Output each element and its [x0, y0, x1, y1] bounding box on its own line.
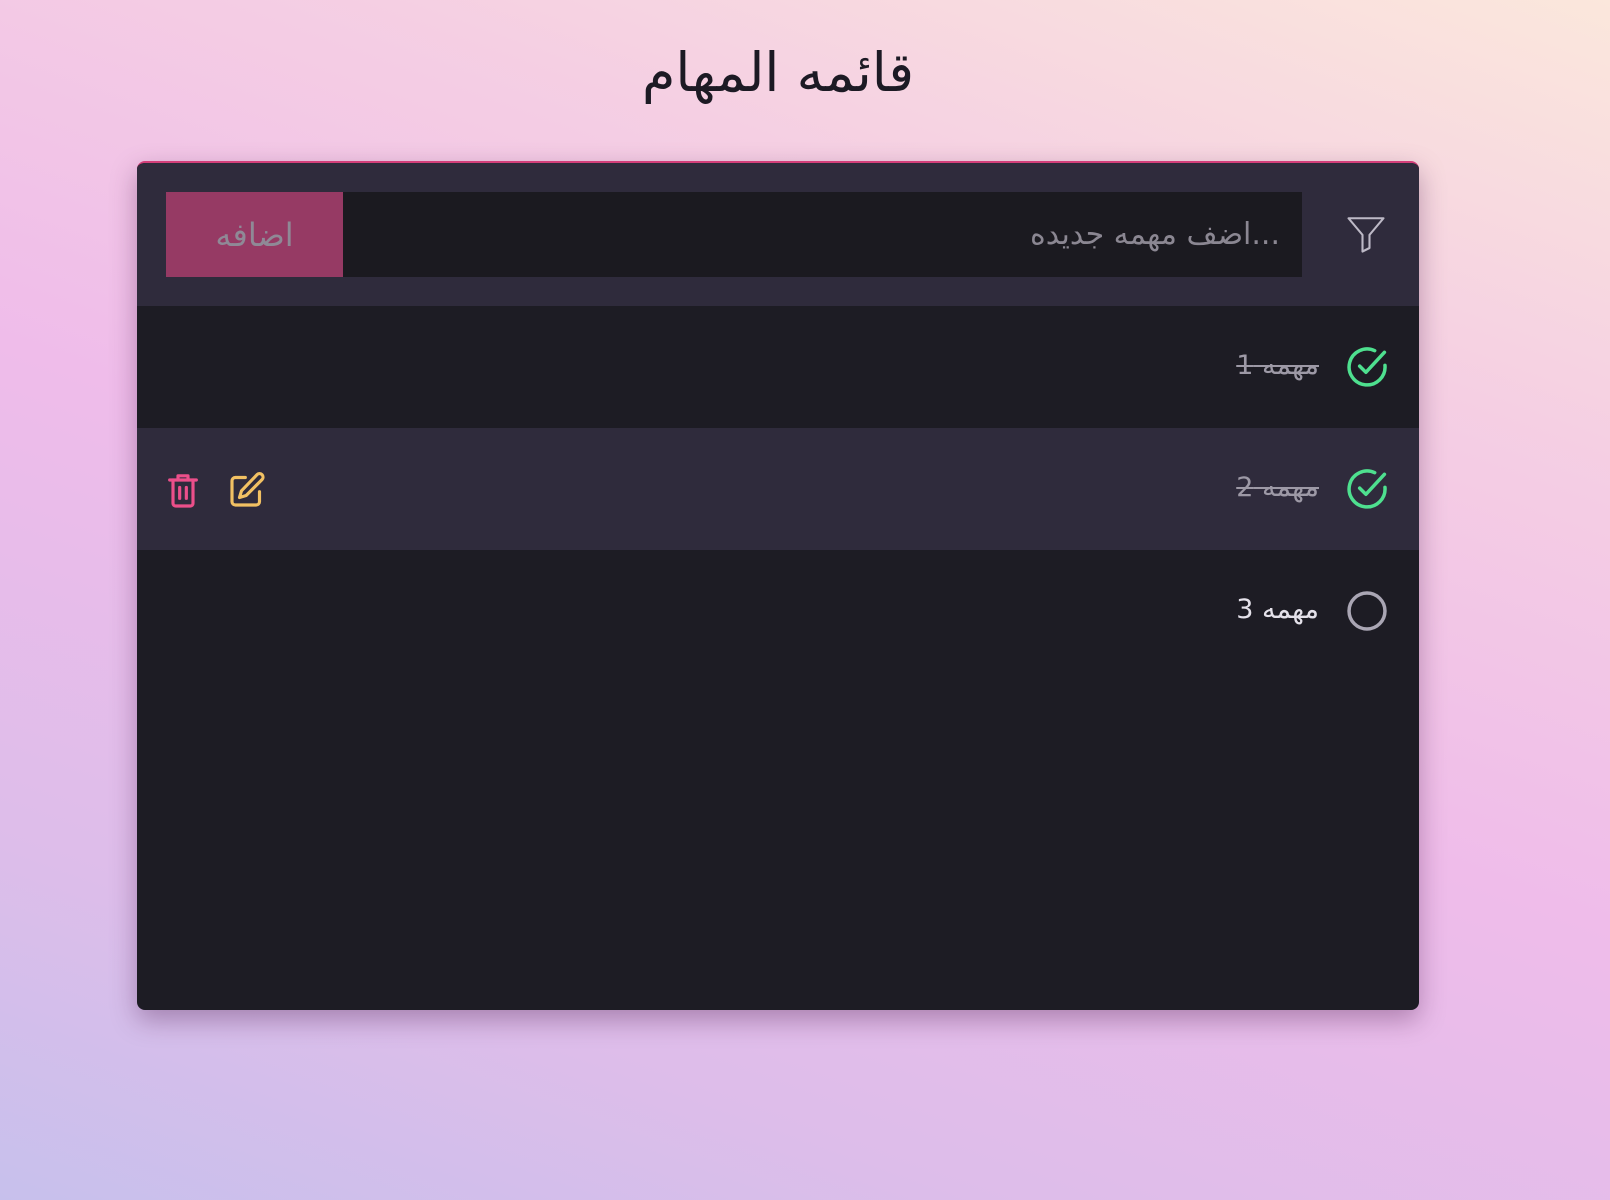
- task-status-toggle[interactable]: [1345, 467, 1389, 511]
- check-circle-icon: [1347, 347, 1387, 387]
- task-label: مهمه 3: [1236, 594, 1319, 625]
- new-task-input[interactable]: [343, 192, 1302, 277]
- task-list: مهمه 1 مهمه 2 مهمه 3: [137, 306, 1419, 672]
- edit-task-button[interactable]: [227, 470, 267, 510]
- edit-pencil-icon: [230, 472, 265, 507]
- trash-icon: [168, 474, 198, 508]
- task-label: مهمه 1: [1236, 350, 1319, 381]
- todo-card: اضافه مهمه 1: [137, 161, 1419, 1010]
- filter-funnel-icon: [1347, 217, 1385, 253]
- task-label: مهمه 2: [1236, 472, 1319, 503]
- task-status-toggle[interactable]: [1345, 345, 1389, 389]
- page-title: قائمه المهام: [641, 41, 915, 104]
- task-item: مهمه 3: [137, 550, 1419, 672]
- delete-task-button[interactable]: [163, 470, 203, 510]
- toolbar: اضافه: [137, 163, 1419, 306]
- task-item: مهمه 1: [137, 306, 1419, 428]
- task-item: مهمه 2: [137, 428, 1419, 550]
- add-button[interactable]: اضافه: [166, 192, 343, 277]
- add-task-form: اضافه: [166, 192, 1302, 277]
- task-status-toggle[interactable]: [1345, 589, 1389, 633]
- filter-button[interactable]: [1345, 213, 1387, 255]
- empty-circle-icon: [1347, 591, 1387, 631]
- check-circle-icon: [1347, 469, 1387, 509]
